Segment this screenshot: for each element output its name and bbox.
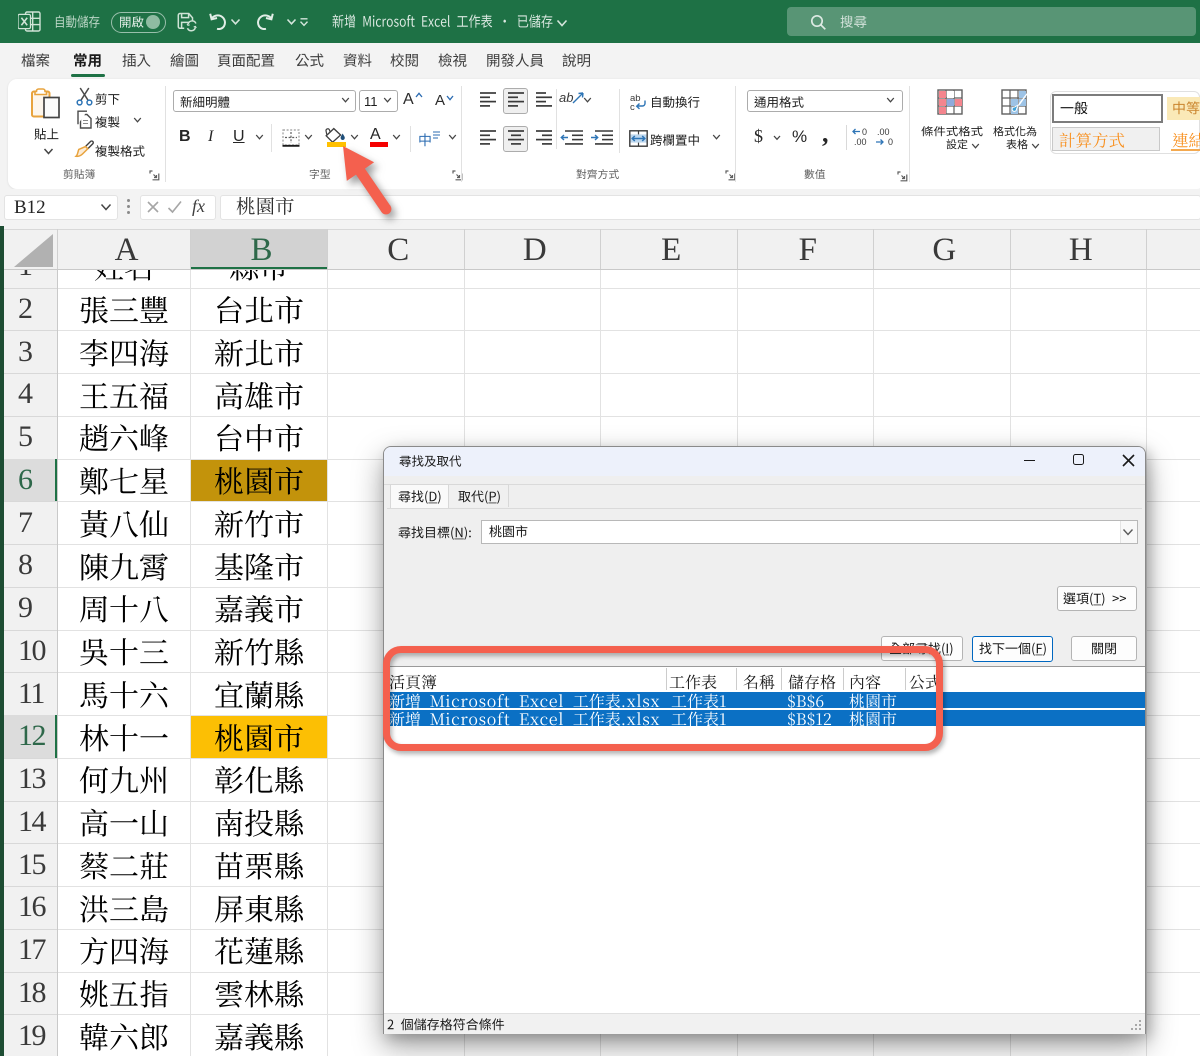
- svg-text:0: 0: [862, 127, 867, 137]
- svg-text:.00: .00: [854, 137, 867, 147]
- svg-text:.00: .00: [877, 127, 890, 137]
- svg-text:c: c: [630, 102, 635, 112]
- svg-text:0: 0: [888, 137, 893, 147]
